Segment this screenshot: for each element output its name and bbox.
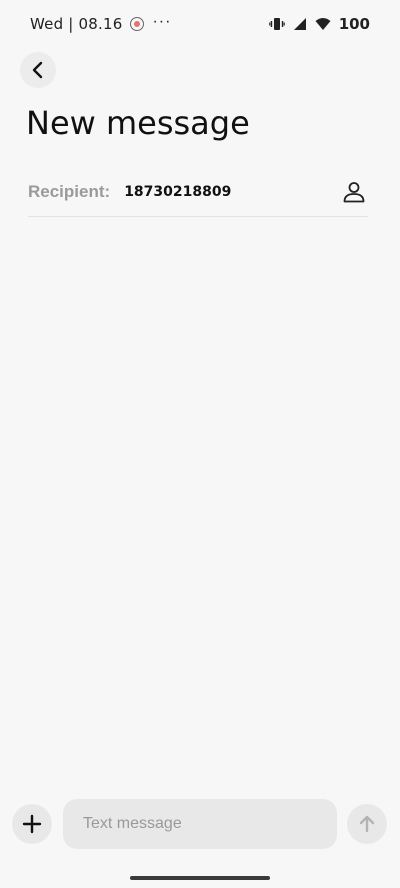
status-left: Wed | 08.16 ··· bbox=[30, 13, 172, 33]
notification-app-icon bbox=[130, 17, 145, 31]
text-message-input[interactable] bbox=[63, 799, 337, 849]
status-right: 100 bbox=[268, 15, 370, 33]
attach-button[interactable] bbox=[12, 804, 52, 844]
send-button[interactable] bbox=[347, 804, 387, 844]
back-button[interactable] bbox=[20, 52, 56, 88]
person-icon[interactable] bbox=[340, 178, 368, 206]
home-indicator[interactable] bbox=[130, 876, 270, 880]
arrow-up-icon bbox=[357, 814, 377, 834]
recipient-label: Recipient: bbox=[28, 182, 111, 201]
plus-icon bbox=[22, 814, 42, 834]
more-notifications-icon: ··· bbox=[152, 13, 172, 30]
page-title: New message bbox=[26, 104, 250, 142]
message-composer bbox=[0, 797, 400, 851]
status-time: Wed | 08.16 bbox=[30, 15, 123, 33]
status-bar: Wed | 08.16 ··· 100 bbox=[0, 0, 400, 48]
recipient-field[interactable]: Recipient: 18730218809 bbox=[28, 168, 368, 217]
vibrate-icon bbox=[268, 16, 285, 32]
wifi-icon bbox=[315, 17, 331, 31]
recipient-value[interactable]: 18730218809 bbox=[124, 184, 340, 200]
signal-icon bbox=[293, 17, 307, 31]
battery-level: 100 bbox=[338, 15, 370, 33]
chevron-left-icon bbox=[29, 61, 47, 79]
